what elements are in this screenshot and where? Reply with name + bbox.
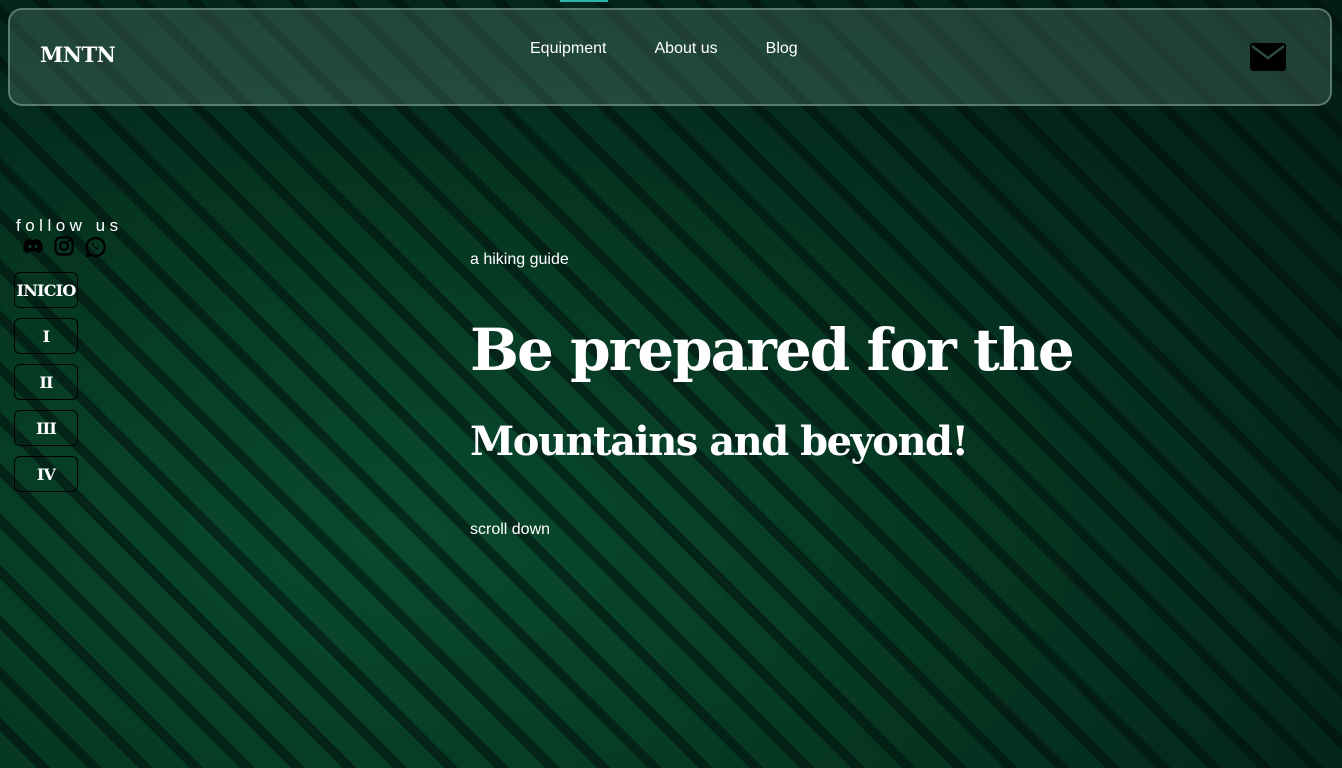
social-links bbox=[22, 235, 106, 258]
section-button-inicio[interactable]: INICIO bbox=[14, 272, 78, 308]
follow-us-label: follow us bbox=[16, 216, 123, 235]
section-button-2[interactable]: II bbox=[14, 364, 78, 400]
top-accent-bar bbox=[560, 0, 608, 2]
section-button-4[interactable]: IV bbox=[14, 456, 78, 492]
nav-link-about-us[interactable]: About us bbox=[655, 40, 718, 58]
instagram-icon[interactable] bbox=[53, 235, 75, 257]
envelope-icon[interactable] bbox=[1250, 43, 1286, 71]
logo[interactable]: MNTN bbox=[40, 42, 116, 67]
section-button-1[interactable]: I bbox=[14, 318, 78, 354]
nav-link-blog[interactable]: Blog bbox=[766, 40, 798, 58]
main-nav: Equipment About us Blog bbox=[530, 40, 798, 58]
hero-eyebrow: a hiking guide bbox=[470, 251, 569, 268]
section-button-3[interactable]: III bbox=[14, 410, 78, 446]
hero-headline: Be prepared for the bbox=[470, 316, 1075, 384]
section-nav: INICIO I II III IV bbox=[14, 272, 78, 492]
scroll-down-link[interactable]: scroll down bbox=[470, 521, 550, 539]
nav-link-equipment[interactable]: Equipment bbox=[530, 40, 607, 58]
whatsapp-icon[interactable] bbox=[84, 235, 106, 258]
navbar: MNTN Equipment About us Blog bbox=[8, 8, 1332, 106]
discord-icon[interactable] bbox=[22, 235, 44, 257]
hero-subheadline: Mountains and beyond! bbox=[470, 418, 969, 465]
